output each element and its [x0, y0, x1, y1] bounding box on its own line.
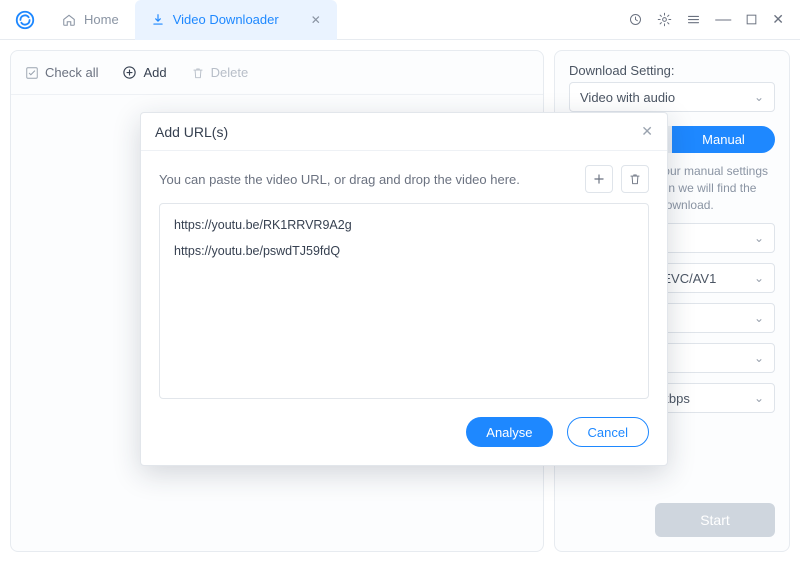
plus-circle-icon — [122, 65, 137, 80]
gear-icon[interactable] — [657, 12, 672, 27]
home-icon — [62, 13, 76, 27]
download-setting-value: Video with audio — [580, 90, 675, 105]
minimize-icon[interactable]: — — [715, 11, 731, 29]
menu-icon[interactable] — [686, 12, 701, 27]
modal-footer: Analyse Cancel — [141, 399, 667, 465]
delete-label: Delete — [211, 65, 249, 80]
check-all-label: Check all — [45, 65, 98, 80]
trash-icon — [191, 66, 205, 80]
modal-header: Add URL(s) ✕ — [141, 113, 667, 151]
titlebar: Home Video Downloader ✕ — ✕ — [0, 0, 800, 40]
modal-subtitle: You can paste the video URL, or drag and… — [159, 172, 520, 187]
chevron-down-icon: ⌄ — [754, 231, 764, 245]
seg-manual[interactable]: Manual — [672, 126, 775, 153]
start-button[interactable]: Start — [655, 503, 775, 537]
close-icon[interactable]: ✕ — [772, 11, 784, 28]
maximize-icon[interactable] — [745, 13, 758, 26]
modal-close-icon[interactable]: ✕ — [641, 123, 653, 140]
modal-add-button[interactable] — [585, 165, 613, 193]
toolbar: Check all Add Delete — [11, 51, 543, 95]
chevron-down-icon: ⌄ — [754, 391, 764, 405]
url-line: https://youtu.be/RK1RRVR9A2g — [174, 218, 634, 232]
modal-title: Add URL(s) — [155, 124, 228, 140]
tab-video-downloader[interactable]: Video Downloader ✕ — [135, 0, 337, 40]
chevron-down-icon: ⌄ — [754, 90, 764, 104]
chevron-down-icon: ⌄ — [754, 311, 764, 325]
url-textarea[interactable]: https://youtu.be/RK1RRVR9A2g https://you… — [159, 203, 649, 399]
analyse-button[interactable]: Analyse — [466, 417, 552, 447]
add-url-modal: Add URL(s) ✕ You can paste the video URL… — [140, 112, 668, 466]
delete-button[interactable]: Delete — [191, 65, 249, 80]
chevron-down-icon: ⌄ — [754, 271, 764, 285]
plus-icon — [592, 172, 606, 186]
check-all[interactable]: Check all — [25, 65, 98, 80]
modal-delete-button[interactable] — [621, 165, 649, 193]
window-controls: — ✕ — [628, 11, 792, 29]
download-setting-label: Download Setting: — [569, 63, 675, 78]
tab-home[interactable]: Home — [46, 0, 135, 40]
history-icon[interactable] — [628, 12, 643, 27]
chevron-down-icon: ⌄ — [754, 351, 764, 365]
add-button[interactable]: Add — [122, 65, 166, 80]
tab-home-label: Home — [84, 12, 119, 27]
trash-icon — [628, 172, 642, 186]
url-line: https://youtu.be/pswdTJ59fdQ — [174, 244, 634, 258]
add-label: Add — [143, 65, 166, 80]
download-setting-select[interactable]: Video with audio ⌄ — [569, 82, 775, 112]
app-logo — [14, 9, 36, 31]
tab-close-icon[interactable]: ✕ — [311, 13, 321, 27]
tab-active-label: Video Downloader — [173, 12, 279, 27]
checkbox-icon — [25, 66, 39, 80]
cancel-button[interactable]: Cancel — [567, 417, 649, 447]
download-icon — [151, 13, 165, 27]
